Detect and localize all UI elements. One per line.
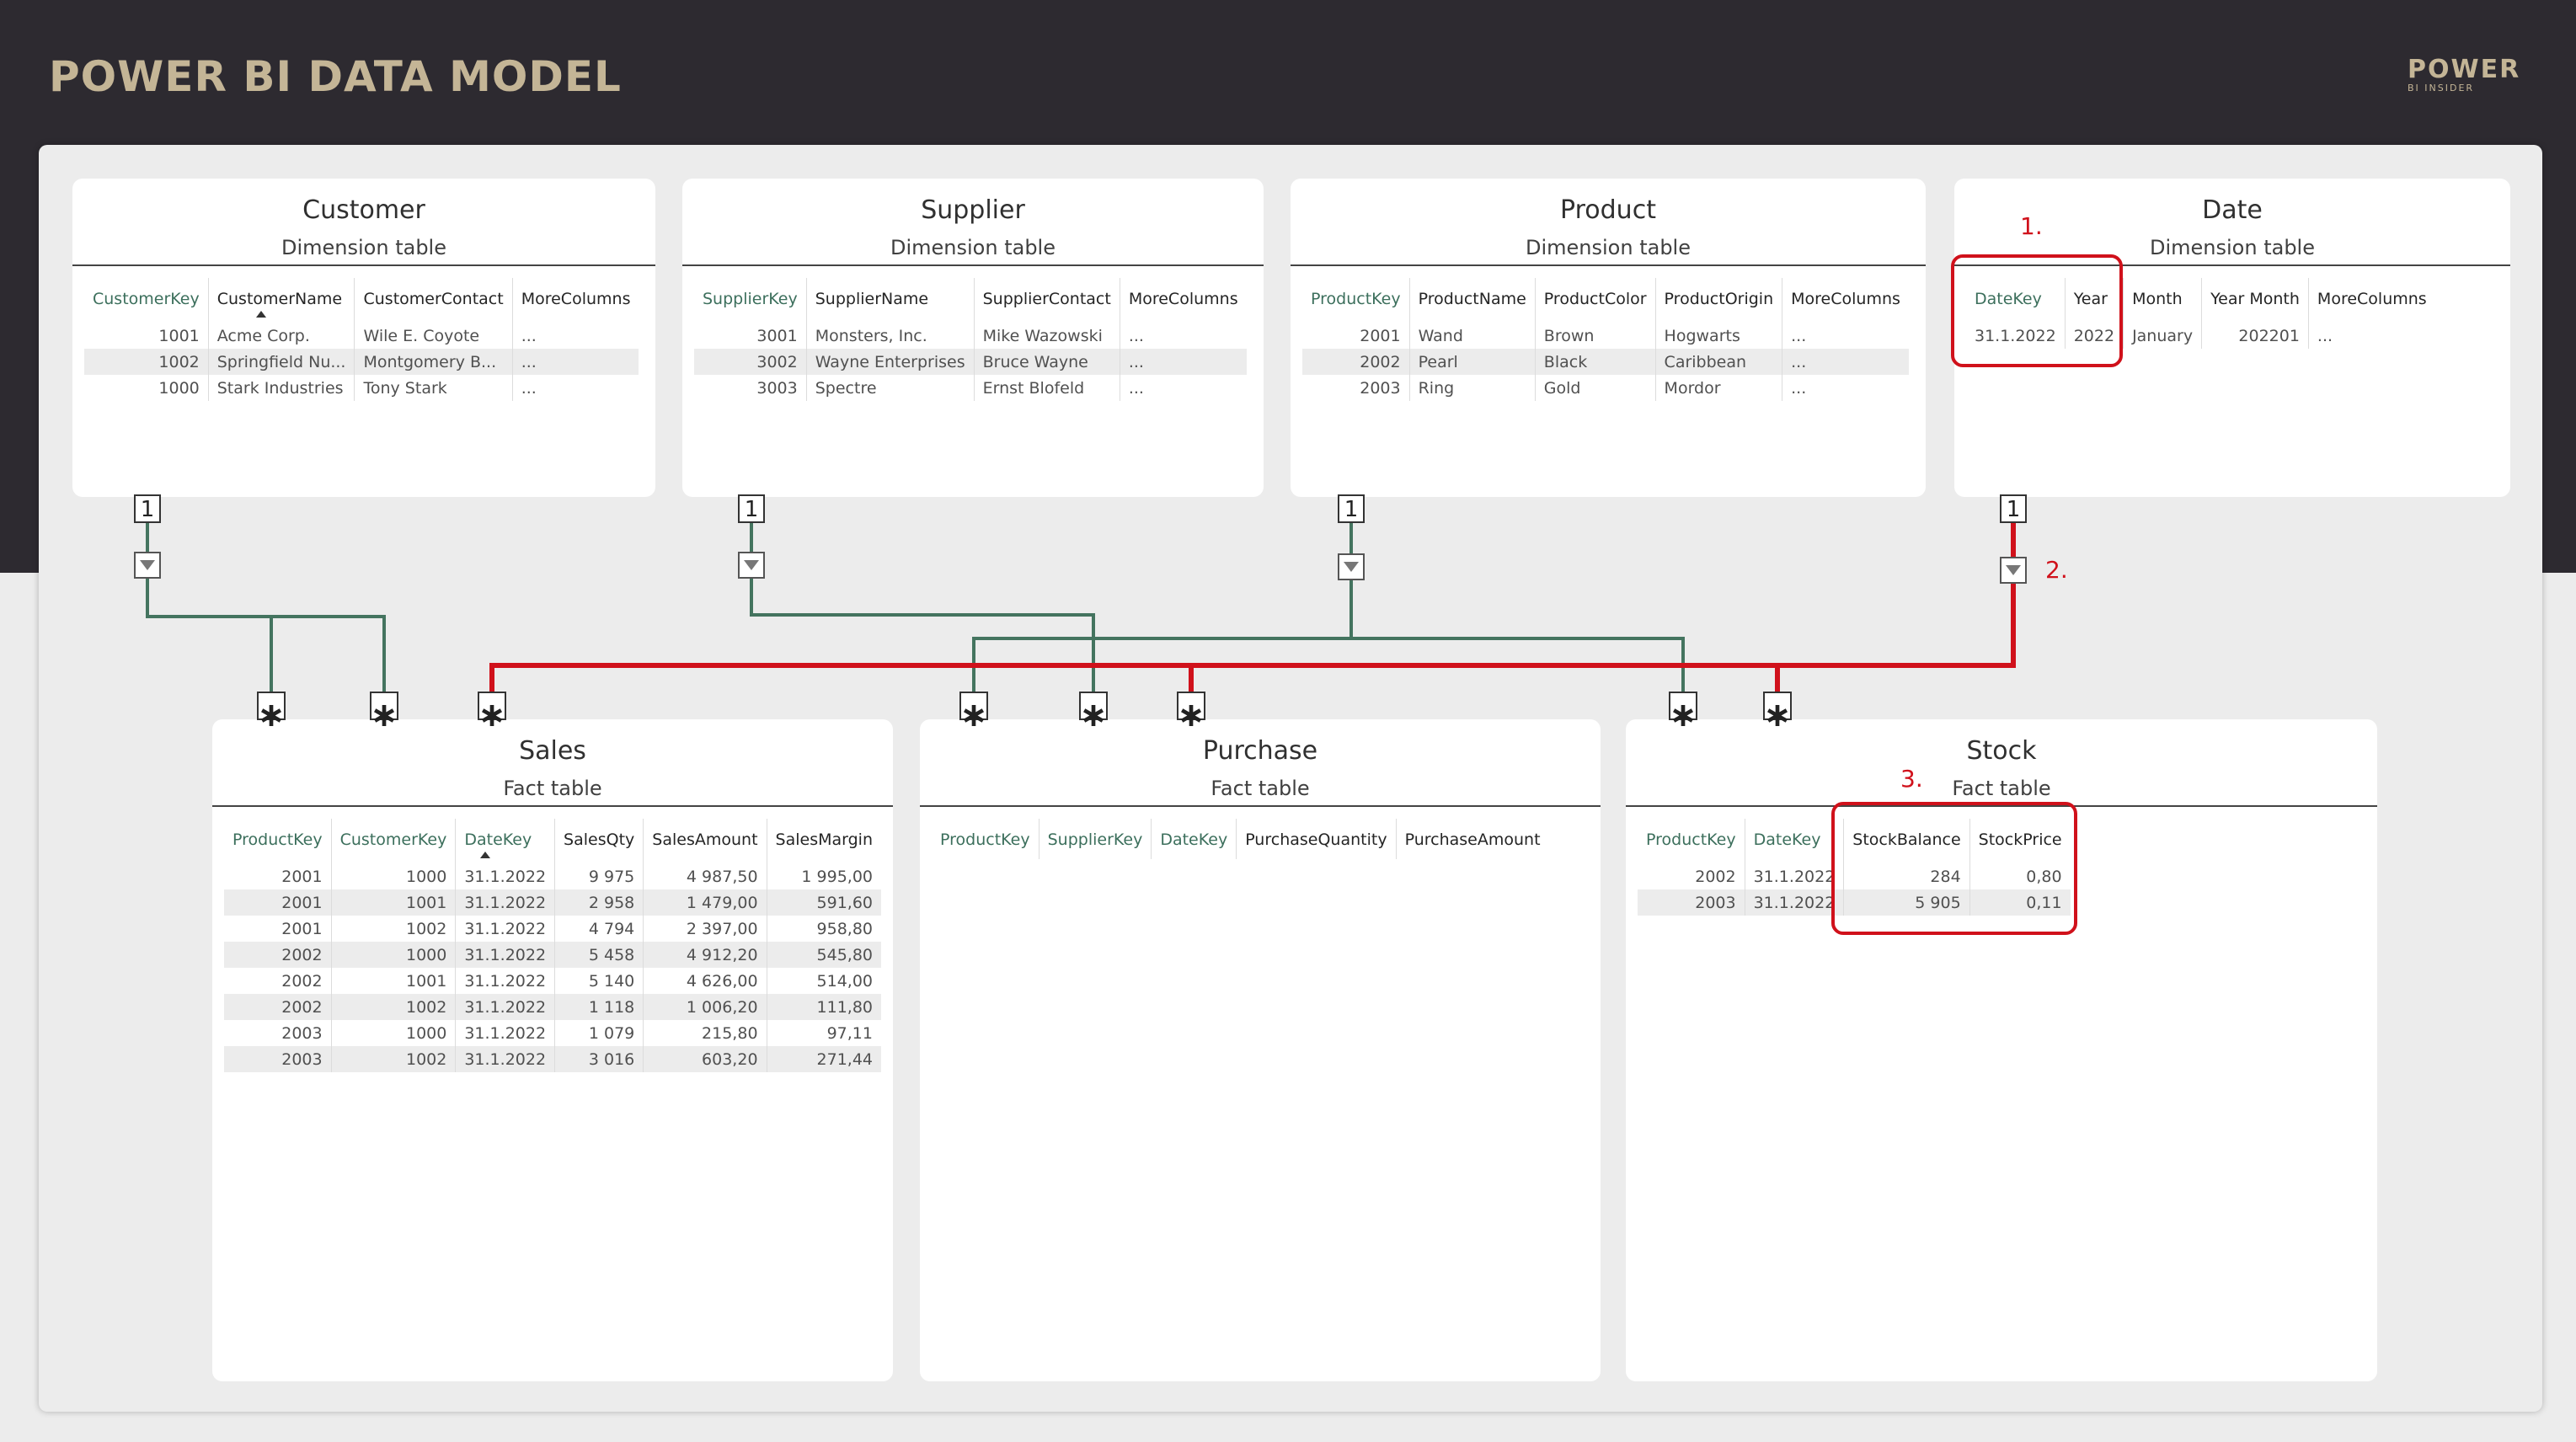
cardinality-many: ∗: [257, 696, 286, 734]
many-marker: ∗: [257, 692, 286, 734]
cardinality-one: 1: [1344, 497, 1359, 522]
cardinality-one: 1: [141, 497, 155, 522]
cardinality-many: ∗: [370, 696, 398, 734]
cardinality-many: ∗: [1669, 696, 1697, 734]
many-marker: ∗: [1079, 692, 1108, 734]
relationship-date: [489, 497, 2016, 696]
relationship-customer-sales: [146, 497, 386, 696]
many-marker: ∗: [1669, 692, 1697, 734]
cardinality-one: 1: [2007, 497, 2021, 522]
highlight-stock-balance-price: [1831, 802, 2077, 935]
cardinality-many: ∗: [1079, 696, 1108, 734]
many-marker: ∗: [959, 692, 988, 734]
relationship-lines: 1 1 1 1 ∗ ∗ ∗ ∗ ∗ ∗ ∗ ∗: [134, 494, 2027, 734]
many-side-markers: ∗ ∗ ∗ ∗ ∗ ∗ ∗ ∗: [257, 692, 1792, 734]
cardinality-many: ∗: [959, 696, 988, 734]
cardinality-many: ∗: [1177, 696, 1205, 734]
relationship-line: [489, 497, 2016, 696]
many-marker: ∗: [370, 692, 398, 734]
many-marker: ∗: [478, 692, 506, 734]
highlight-date-key-year: [1951, 254, 2123, 367]
annotation-2: 2.: [2045, 556, 2068, 584]
annotation-3: 3.: [1900, 765, 1923, 793]
relationship-line: [147, 615, 273, 696]
many-marker: ∗: [1763, 692, 1792, 734]
cardinality-one: 1: [745, 497, 759, 522]
relationship-line: [146, 497, 386, 696]
many-marker: ∗: [1177, 692, 1205, 734]
cardinality-many: ∗: [1763, 696, 1792, 734]
annotation-1: 1.: [2020, 212, 2043, 240]
one-side-markers: 1 1 1 1: [134, 494, 2027, 584]
cardinality-many: ∗: [478, 696, 506, 734]
